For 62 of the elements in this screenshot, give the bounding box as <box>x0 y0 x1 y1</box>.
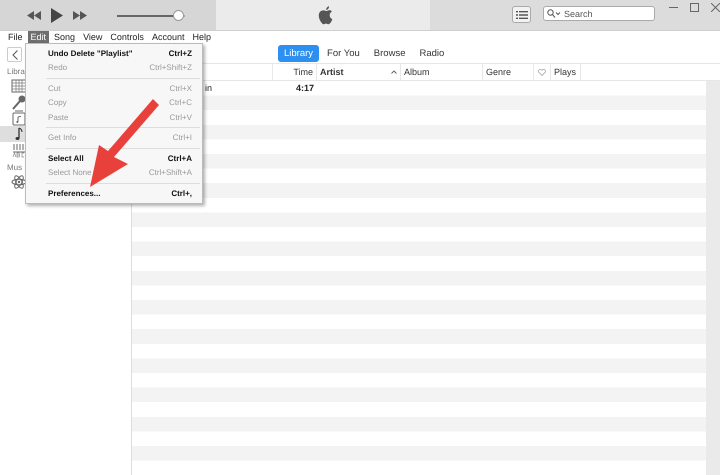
shortcut-text: Ctrl+Shift+A <box>148 168 192 178</box>
menu-entry[interactable]: Preferences... Ctrl+, <box>28 186 200 200</box>
column-header[interactable]: Album <box>404 67 430 77</box>
menu-label: Preferences... <box>48 188 100 198</box>
menu-item[interactable]: Edit <box>28 31 50 43</box>
table-cell: in <box>205 83 212 94</box>
heart-icon[interactable] <box>538 68 546 76</box>
column-header[interactable]: Time <box>293 67 313 77</box>
section-heading: Libra <box>7 67 25 78</box>
list-view-button[interactable] <box>512 6 531 23</box>
menu-label: Undo Delete "Playlist" <box>48 48 132 58</box>
music-video-icon <box>11 110 27 126</box>
menu-label: Redo <box>48 63 68 72</box>
apple-logo <box>318 6 334 24</box>
search-icon[interactable] <box>547 9 561 18</box>
volume-thumb[interactable] <box>173 10 184 20</box>
volume-slider[interactable] <box>117 10 185 20</box>
shortcut-text: Ctrl+Shift+Z <box>149 63 192 72</box>
shortcut-text: Ctrl+I <box>172 133 192 142</box>
menu-item[interactable]: Help <box>189 31 214 43</box>
tab[interactable]: For You <box>321 44 366 62</box>
menu-item[interactable]: View <box>80 31 106 43</box>
chevron-left-icon <box>12 50 18 60</box>
back-button[interactable] <box>7 47 22 62</box>
shortcut-text: Ctrl+C <box>169 98 192 108</box>
menu-item[interactable]: File <box>5 31 26 43</box>
bars-icon <box>11 142 27 158</box>
menu-label: Select None <box>48 168 92 178</box>
tab[interactable]: Radio <box>413 44 450 62</box>
column-header[interactable]: Plays <box>554 67 576 77</box>
section-heading: Mus <box>7 163 22 174</box>
close-icon[interactable] <box>711 3 720 12</box>
menu-label: Cut <box>48 84 60 93</box>
menu-label: Copy <box>48 98 67 108</box>
sort-caret-icon[interactable] <box>391 70 397 74</box>
menu-item[interactable]: Controls <box>107 31 147 43</box>
scrollbar[interactable] <box>706 81 720 475</box>
play-icon[interactable] <box>51 8 63 22</box>
menu-entry[interactable]: Undo Delete "Playlist" Ctrl+Z <box>28 46 200 60</box>
table-cell: 4:17 <box>296 83 314 94</box>
tab[interactable]: Browse <box>368 44 412 62</box>
shortcut-text: Ctrl+Z <box>168 48 192 58</box>
list-icon <box>516 10 528 18</box>
column-header[interactable]: Artist <box>320 67 344 77</box>
atom-icon <box>11 174 27 190</box>
microphone-icon <box>11 94 27 110</box>
menu-item[interactable]: Song <box>51 31 78 43</box>
column-header[interactable]: Genre <box>486 67 512 77</box>
shortcut-text: Ctrl+X <box>170 84 192 93</box>
search-field[interactable]: Search <box>543 6 655 21</box>
menu-label: Get Info <box>48 133 76 142</box>
menu-item[interactable]: Account <box>148 31 188 43</box>
menu-label: Select All <box>48 154 84 163</box>
grid-icon <box>11 78 27 94</box>
shortcut-text: Ctrl+V <box>170 112 192 122</box>
menu-label: Paste <box>48 112 68 122</box>
shortcut-text: Ctrl+A <box>168 154 192 163</box>
menu-entry[interactable]: Select All Ctrl+A <box>28 151 200 166</box>
rewind-icon[interactable] <box>27 10 41 20</box>
fast-forward-icon[interactable] <box>73 10 87 20</box>
shortcut-text: Ctrl+, <box>171 188 192 198</box>
maximize-icon[interactable] <box>690 3 699 12</box>
